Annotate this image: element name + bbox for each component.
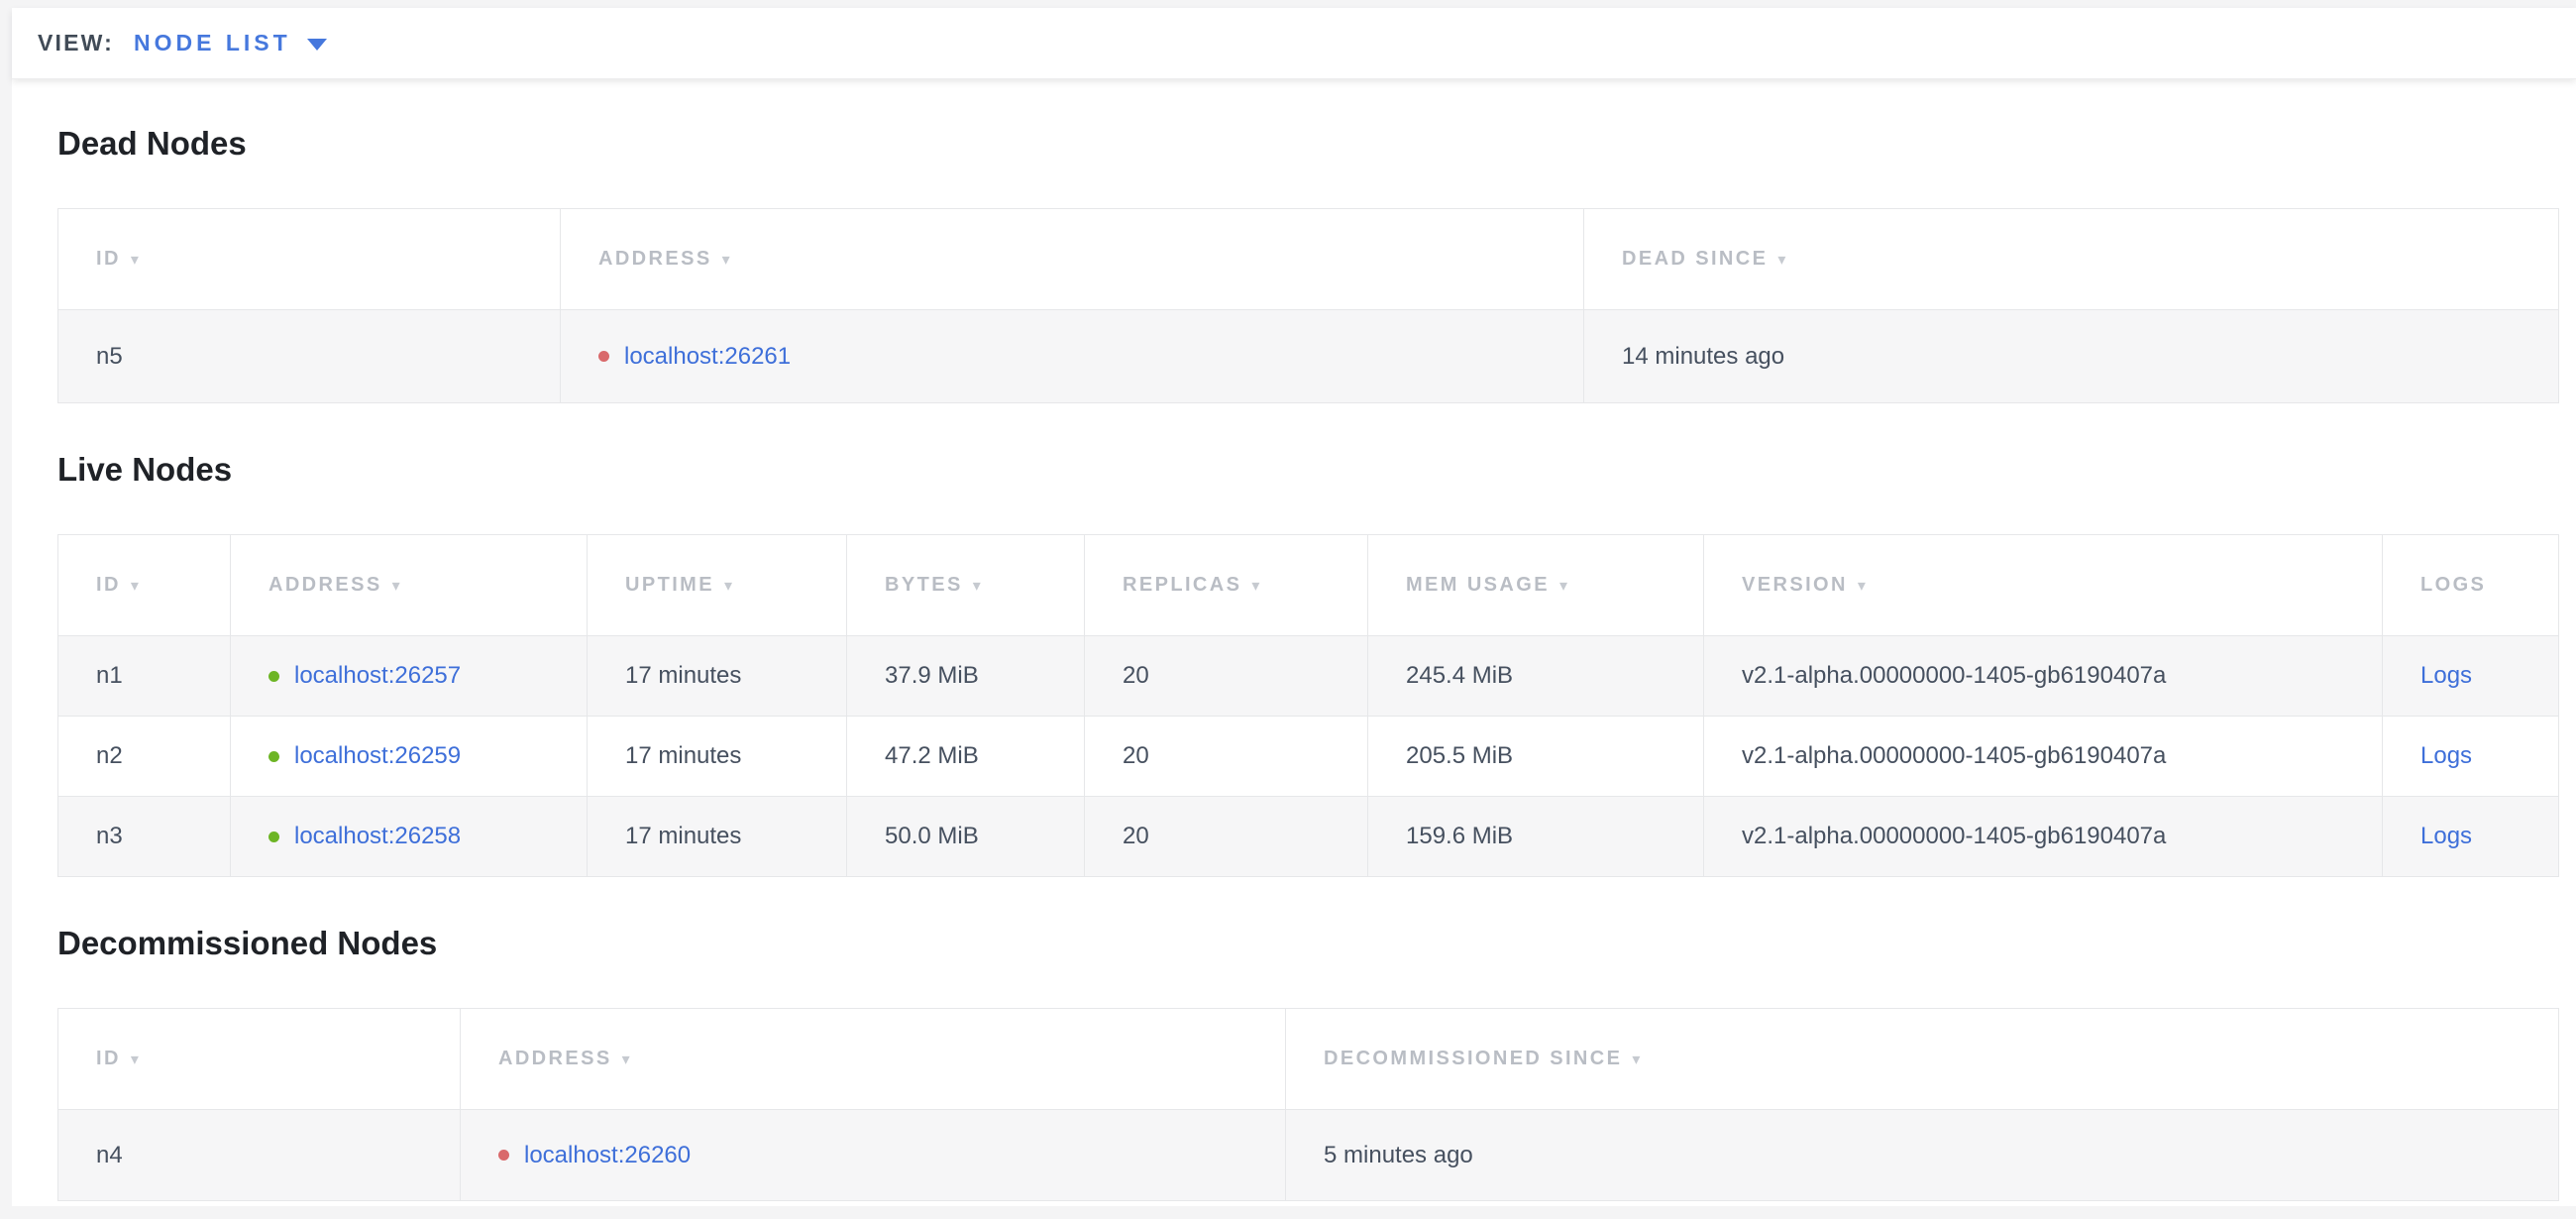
live-nodes-title: Live Nodes	[57, 449, 2576, 491]
cell-version: v2.1-alpha.00000000-1405-gb6190407a	[1704, 636, 2383, 717]
node-status-dot-icon	[598, 351, 609, 362]
column-header-id[interactable]: ID	[58, 1009, 461, 1110]
column-header-version[interactable]: VERSION	[1704, 535, 2383, 636]
table-row: n3 localhost:26258 17 minutes 50.0 MiB 2…	[58, 797, 2559, 877]
view-label: VIEW:	[38, 30, 114, 56]
sort-caret-icon	[1777, 252, 1787, 269]
node-address-link[interactable]: localhost:26260	[524, 1142, 691, 1169]
cell-version: v2.1-alpha.00000000-1405-gb6190407a	[1704, 717, 2383, 797]
column-header-address[interactable]: ADDRESS	[561, 209, 1584, 310]
node-status-dot-icon	[268, 751, 279, 762]
sort-caret-icon	[1858, 578, 1868, 595]
table-row: n1 localhost:26257 17 minutes 37.9 MiB 2…	[58, 636, 2559, 717]
cell-node-address: localhost:26259	[231, 717, 588, 797]
table-row: n5 localhost:26261 14 minutes ago	[58, 310, 2559, 403]
sort-caret-icon	[131, 252, 141, 269]
cell-logs: Logs	[2383, 717, 2559, 797]
cell-node-address: localhost:26257	[231, 636, 588, 717]
logs-link[interactable]: Logs	[2420, 823, 2472, 849]
column-header-id[interactable]: ID	[58, 535, 231, 636]
sort-caret-icon	[1251, 578, 1261, 595]
sort-caret-icon	[724, 578, 734, 595]
column-header-address[interactable]: ADDRESS	[461, 1009, 1286, 1110]
node-status-dot-icon	[498, 1150, 509, 1161]
dead-nodes-table: ID ADDRESS DEAD SINCE n5 localhost:26261…	[57, 208, 2559, 403]
sort-caret-icon	[722, 252, 732, 269]
cell-dead-since: 14 minutes ago	[1584, 310, 2559, 403]
cell-node-address: localhost:26258	[231, 797, 588, 877]
dead-nodes-title: Dead Nodes	[57, 123, 2576, 165]
cell-bytes: 47.2 MiB	[847, 717, 1085, 797]
cell-node-id: n1	[58, 636, 231, 717]
logs-link[interactable]: Logs	[2420, 742, 2472, 769]
decommissioned-nodes-table: ID ADDRESS DECOMMISSIONED SINCE n4 local…	[57, 1008, 2559, 1201]
view-selector-dropdown[interactable]: NODE LIST	[134, 30, 327, 56]
cell-replicas: 20	[1085, 636, 1368, 717]
node-address-link[interactable]: localhost:26258	[294, 823, 461, 850]
logs-link[interactable]: Logs	[2420, 662, 2472, 689]
sort-caret-icon	[131, 578, 141, 595]
cell-replicas: 20	[1085, 717, 1368, 797]
table-header-row: ID ADDRESS UPTIME BYTES REPLICAS MEM USA…	[58, 535, 2559, 636]
content-panel: VIEW: NODE LIST Dead Nodes ID ADDRESS DE…	[12, 8, 2576, 1206]
column-header-address[interactable]: ADDRESS	[231, 535, 588, 636]
node-status-dot-icon	[268, 831, 279, 842]
cell-bytes: 37.9 MiB	[847, 636, 1085, 717]
column-header-mem-usage[interactable]: MEM USAGE	[1368, 535, 1704, 636]
cell-bytes: 50.0 MiB	[847, 797, 1085, 877]
cell-version: v2.1-alpha.00000000-1405-gb6190407a	[1704, 797, 2383, 877]
column-header-dead-since[interactable]: DEAD SINCE	[1584, 209, 2559, 310]
sort-caret-icon	[622, 1052, 632, 1068]
live-nodes-table: ID ADDRESS UPTIME BYTES REPLICAS MEM USA…	[57, 534, 2559, 877]
cell-uptime: 17 minutes	[588, 636, 847, 717]
sort-caret-icon	[973, 578, 983, 595]
node-address-link[interactable]: localhost:26261	[624, 343, 791, 371]
cell-mem-usage: 159.6 MiB	[1368, 797, 1704, 877]
sort-caret-icon	[131, 1052, 141, 1068]
column-header-id[interactable]: ID	[58, 209, 561, 310]
chevron-down-icon	[307, 39, 327, 51]
sort-caret-icon	[392, 578, 402, 595]
cell-mem-usage: 245.4 MiB	[1368, 636, 1704, 717]
node-list-content: Dead Nodes ID ADDRESS DEAD SINCE n5	[12, 79, 2576, 1201]
node-address-link[interactable]: localhost:26259	[294, 742, 461, 770]
cell-node-id: n3	[58, 797, 231, 877]
cell-node-address: localhost:26260	[461, 1110, 1286, 1201]
column-header-decommissioned-since[interactable]: DECOMMISSIONED SINCE	[1286, 1009, 2559, 1110]
sort-caret-icon	[1632, 1052, 1642, 1068]
cell-logs: Logs	[2383, 797, 2559, 877]
cell-replicas: 20	[1085, 797, 1368, 877]
cell-logs: Logs	[2383, 636, 2559, 717]
cell-node-id: n5	[58, 310, 561, 403]
cell-mem-usage: 205.5 MiB	[1368, 717, 1704, 797]
node-status-dot-icon	[268, 671, 279, 682]
view-toolbar: VIEW: NODE LIST	[12, 8, 2576, 79]
cell-node-id: n4	[58, 1110, 461, 1201]
column-header-uptime[interactable]: UPTIME	[588, 535, 847, 636]
decommissioned-nodes-title: Decommissioned Nodes	[57, 923, 2576, 964]
table-row: n2 localhost:26259 17 minutes 47.2 MiB 2…	[58, 717, 2559, 797]
cell-uptime: 17 minutes	[588, 717, 847, 797]
view-selector-value: NODE LIST	[134, 30, 291, 56]
cell-node-address: localhost:26261	[561, 310, 1584, 403]
node-address-link[interactable]: localhost:26257	[294, 662, 461, 690]
cell-decommissioned-since: 5 minutes ago	[1286, 1110, 2559, 1201]
cell-node-id: n2	[58, 717, 231, 797]
table-header-row: ID ADDRESS DECOMMISSIONED SINCE	[58, 1009, 2559, 1110]
column-header-replicas[interactable]: REPLICAS	[1085, 535, 1368, 636]
sort-caret-icon	[1559, 578, 1569, 595]
column-header-logs: LOGS	[2383, 535, 2559, 636]
table-header-row: ID ADDRESS DEAD SINCE	[58, 209, 2559, 310]
cell-uptime: 17 minutes	[588, 797, 847, 877]
table-row: n4 localhost:26260 5 minutes ago	[58, 1110, 2559, 1201]
column-header-bytes[interactable]: BYTES	[847, 535, 1085, 636]
